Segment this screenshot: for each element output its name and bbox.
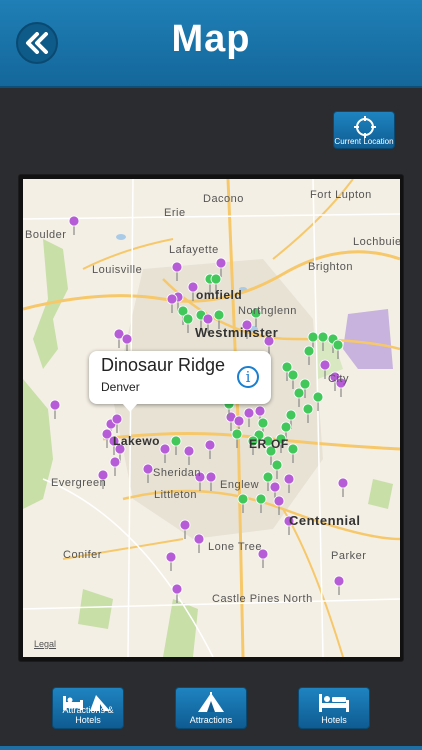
place-label: Brighton [308,261,353,273]
place-label: Dacono [203,193,244,205]
map-pin-purple[interactable] [171,261,183,273]
place-label: Parker [331,550,367,562]
map-pin-green[interactable] [280,421,292,433]
map-pin-purple[interactable] [183,445,195,457]
map-pin-purple[interactable] [109,456,121,468]
map-pin-green[interactable] [302,403,314,415]
map-pin-purple[interactable] [121,333,133,345]
map-pin-green[interactable] [287,369,299,381]
bottom-bar [0,746,422,750]
map-pin-green[interactable] [317,331,329,343]
current-location-label: Current Location [334,137,394,146]
place-label: Evergreen [51,477,107,489]
map-pin-green[interactable] [237,493,249,505]
place-label: ER [249,437,267,451]
info-icon[interactable]: i [237,366,259,388]
map-pin-green[interactable] [231,428,243,440]
map-pin-purple[interactable] [159,443,171,455]
map-pin-purple[interactable] [283,473,295,485]
map-pin-green[interactable] [182,313,194,325]
map-pin-purple[interactable] [215,257,227,269]
map-pin-purple[interactable] [111,413,123,425]
place-label: Erie [164,207,186,219]
tab-label: Hotels [321,715,347,725]
bed-icon [319,694,349,712]
map-pin-green[interactable] [307,331,319,343]
place-label: Lochbuie [353,236,400,248]
map-pin-purple[interactable] [333,575,345,587]
map-callout[interactable]: Dinosaur Ridge Denver i [89,351,271,412]
place-label: OF [271,437,289,451]
map-view[interactable]: Boulder Erie Dacono Fort Lupton Lochbuie… [23,179,400,657]
tent-icon [198,692,224,712]
map-pin-purple[interactable] [269,481,281,493]
map-pin-purple[interactable] [179,519,191,531]
map-pin-green[interactable] [257,417,269,429]
map-pin-purple[interactable] [204,439,216,451]
map-pin-green[interactable] [287,443,299,455]
legal-link[interactable]: Legal [34,639,56,649]
map-pin-green[interactable] [312,391,324,403]
map-pin-purple[interactable] [142,463,154,475]
map-pin-green[interactable] [210,273,222,285]
place-label: omfield [196,288,243,302]
current-location-button[interactable]: Current Location [333,111,395,149]
map-pin-green[interactable] [271,459,283,471]
place-label: Conifer [63,549,102,561]
place-label: Louisville [92,264,143,276]
map-pin-green[interactable] [255,493,267,505]
place-label: Northglenn [238,305,297,317]
map-pin-purple[interactable] [193,533,205,545]
map-pin-purple[interactable] [171,583,183,595]
tab-label: Attractions [189,715,233,725]
map-pin-purple[interactable] [273,495,285,507]
place-label: Lafayette [169,244,219,256]
map-pin-purple[interactable] [337,477,349,489]
callout-title: Dinosaur Ridge [101,355,226,375]
place-label: Westminster [195,325,279,340]
header-bar: Map [0,0,422,88]
map-pin-green[interactable] [299,378,311,390]
map-pin-purple[interactable] [68,215,80,227]
place-label: Englew [220,479,260,491]
map-pin-purple[interactable] [243,407,255,419]
map-pin-purple[interactable] [254,405,266,417]
crosshair-icon [354,116,376,138]
place-label: Fort Lupton [310,189,372,201]
map-pin-purple[interactable] [166,293,178,305]
place-label: Boulder [25,229,67,241]
map-pin-purple[interactable] [319,359,331,371]
place-label: Littleton [154,489,198,501]
place-label: Centennial [289,513,361,528]
tab-hotels[interactable]: Hotels [298,687,370,729]
map-pin-purple[interactable] [49,399,61,411]
callout-subtitle: Denver [101,380,140,394]
callout-tail [122,403,138,412]
tab-attractions[interactable]: Attractions [175,687,247,729]
map-pin-green[interactable] [262,471,274,483]
map-pin-green[interactable] [293,387,305,399]
map-pin-purple[interactable] [205,471,217,483]
map-pin-green[interactable] [332,339,344,351]
map-pin-green[interactable] [213,309,225,321]
page-title: Map [171,18,251,60]
map-pin-green[interactable] [170,435,182,447]
map-pin-purple[interactable] [202,313,214,325]
map-pin-green[interactable] [303,345,315,357]
tab-attractions-hotels[interactable]: Attractions & Hotels [52,687,124,729]
map-pin-purple[interactable] [233,415,245,427]
place-label: Lakewo [113,434,161,448]
place-label: City [328,373,349,385]
place-label: Lone Tree [208,541,263,553]
place-label: Castle Pines North [212,593,313,605]
map-pin-purple[interactable] [165,551,177,563]
map-pin-green[interactable] [285,409,297,421]
place-label: Sheridan [153,467,202,479]
tab-label: Attractions & Hotels [62,705,114,725]
